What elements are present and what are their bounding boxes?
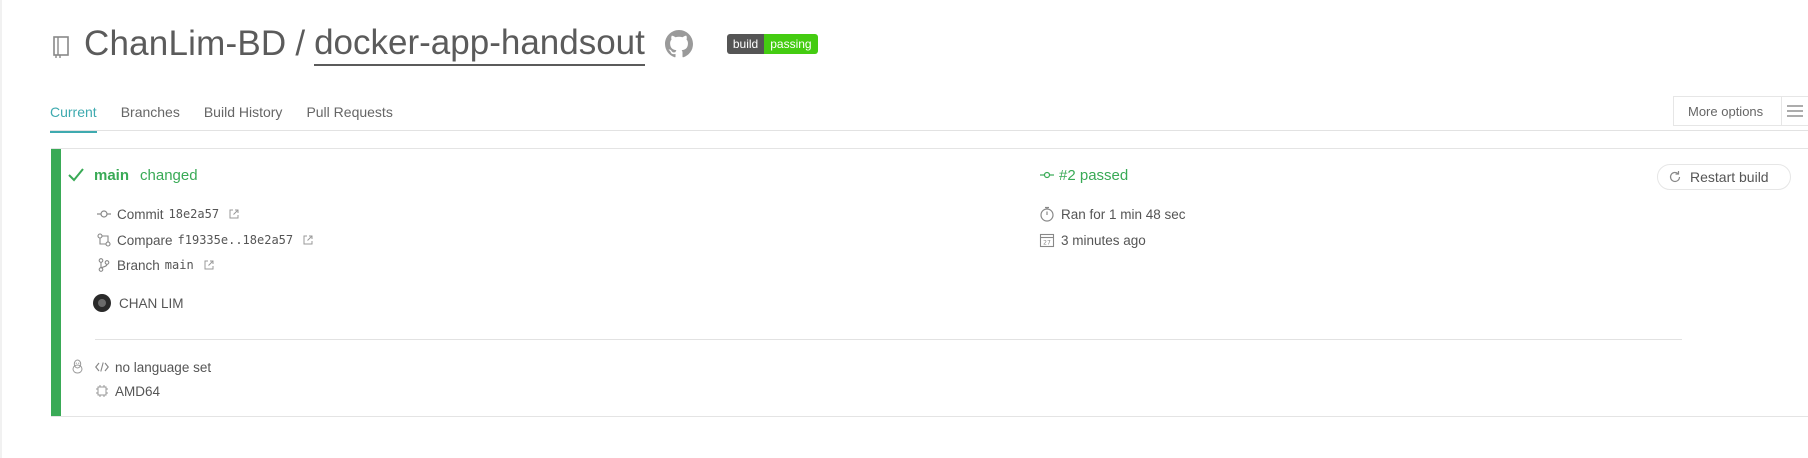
external-link-icon[interactable] xyxy=(229,209,239,219)
build-number-status[interactable]: #2 passed xyxy=(1040,164,1128,186)
author-name: CHAN LIM xyxy=(119,295,184,311)
duration-row: Ran for 1 min 48 sec xyxy=(1039,204,1186,224)
tab-branches[interactable]: Branches xyxy=(121,102,180,133)
cpu-chip-icon xyxy=(96,385,108,397)
code-icon xyxy=(95,362,109,372)
check-icon xyxy=(68,168,84,182)
avatar xyxy=(93,294,111,312)
linux-penguin-icon xyxy=(72,359,83,374)
restart-icon xyxy=(1669,171,1681,183)
external-link-icon[interactable] xyxy=(303,235,313,245)
commit-label: Commit xyxy=(117,206,164,222)
finished-text: 3 minutes ago xyxy=(1061,232,1146,248)
badge-status: passing xyxy=(764,34,818,54)
build-card xyxy=(51,148,1808,417)
hamburger-menu-icon[interactable] xyxy=(1782,104,1808,118)
build-status-stripe xyxy=(51,149,61,416)
build-status-word: changed xyxy=(140,166,198,184)
language-row: no language set xyxy=(95,357,211,377)
commit-icon xyxy=(1040,171,1054,179)
commit-hash[interactable]: 18e2a57 xyxy=(169,207,220,221)
repo-separator: / xyxy=(295,24,306,63)
compare-row[interactable]: Compare f19335e..18e2a57 xyxy=(97,230,313,250)
branch-label: Branch xyxy=(117,257,160,273)
branch-row[interactable]: Branch main xyxy=(97,255,214,275)
finished-row: 27 3 minutes ago xyxy=(1039,230,1146,250)
external-link-icon[interactable] xyxy=(204,260,214,270)
tab-pull-requests[interactable]: Pull Requests xyxy=(306,102,392,133)
repo-book-icon xyxy=(53,36,69,58)
tab-current[interactable]: Current xyxy=(50,102,97,133)
card-divider xyxy=(95,339,1682,340)
compare-icon xyxy=(97,233,111,247)
more-options-label: More options xyxy=(1688,103,1764,119)
badge-label: build xyxy=(726,34,765,54)
build-branch-row[interactable]: main changed xyxy=(68,164,198,186)
compare-range[interactable]: f19335e..18e2a57 xyxy=(178,233,294,247)
window-edge xyxy=(0,0,2,458)
build-number-label[interactable]: #2 passed xyxy=(1059,167,1128,184)
svg-text:27: 27 xyxy=(1043,240,1051,247)
tabs-divider xyxy=(50,130,1808,131)
arch-text: AMD64 xyxy=(115,383,161,399)
repo-header: ChanLim-BD / docker-app-handsout build p… xyxy=(50,22,818,66)
github-icon[interactable] xyxy=(664,30,693,58)
language-text: no language set xyxy=(115,359,212,375)
restart-build-label: Restart build xyxy=(1690,169,1769,185)
build-branch-name[interactable]: main xyxy=(94,167,129,184)
repo-tabs: Current Branches Build History Pull Requ… xyxy=(50,102,417,133)
repo-name-link[interactable]: docker-app-handsout xyxy=(314,23,645,66)
build-status-badge[interactable]: build passing xyxy=(726,34,818,54)
restart-build-button[interactable]: Restart build xyxy=(1657,164,1791,190)
commit-row[interactable]: Commit 18e2a57 xyxy=(97,204,239,224)
build-author: CHAN LIM xyxy=(93,293,184,313)
more-options-button[interactable]: More options xyxy=(1673,96,1808,126)
calendar-icon: 27 xyxy=(1039,233,1055,248)
tab-build-history[interactable]: Build History xyxy=(204,102,283,133)
commit-icon xyxy=(97,210,111,218)
repo-owner: ChanLim-BD xyxy=(84,24,287,63)
branch-icon xyxy=(98,258,110,272)
stopwatch-icon xyxy=(1040,206,1054,222)
compare-label: Compare xyxy=(117,232,173,248)
arch-row: AMD64 xyxy=(95,381,160,401)
duration-text: Ran for 1 min 48 sec xyxy=(1061,206,1186,222)
branch-name[interactable]: main xyxy=(165,258,194,272)
